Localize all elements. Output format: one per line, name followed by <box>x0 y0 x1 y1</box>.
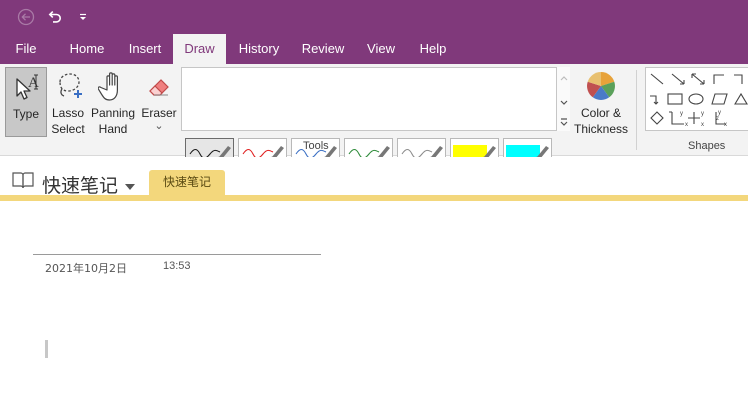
notebook-dropdown-icon[interactable] <box>125 178 135 196</box>
tools-group-label: Tools <box>303 140 329 152</box>
notebook-title[interactable]: 快速笔记 <box>42 171 118 198</box>
hand-icon <box>89 67 137 105</box>
panning-hand-button[interactable]: Panning Hand <box>89 67 137 137</box>
title-bar <box>0 0 748 34</box>
svg-text:x: x <box>685 122 688 128</box>
page-time: 13:53 <box>163 260 191 272</box>
section-tab[interactable]: 快速笔记 <box>149 170 225 195</box>
svg-text:x: x <box>724 122 727 128</box>
draw-ribbon: A Type Lasso Select Panning Hand Eraser … <box>0 64 748 196</box>
svg-text:y: y <box>701 111 704 117</box>
ribbon-separator <box>636 70 637 150</box>
color-wheel-icon <box>573 67 629 105</box>
eraser-label: Eraser <box>141 106 177 120</box>
ribbon-tabs: File Home Insert Draw History Review Vie… <box>0 34 748 64</box>
tab-insert[interactable]: Insert <box>122 34 168 64</box>
svg-text:z: z <box>716 116 719 122</box>
lasso-label-line2: Select <box>51 122 85 136</box>
tab-view[interactable]: View <box>363 34 399 64</box>
lasso-label-line1: Lasso <box>51 106 85 120</box>
page-date: 2021年10月2日 <box>45 262 127 275</box>
tab-help[interactable]: Help <box>413 34 453 64</box>
eraser-icon <box>140 67 178 105</box>
tab-history[interactable]: History <box>233 34 285 64</box>
notebook-icon[interactable] <box>11 170 35 195</box>
shapes-gallery[interactable]: yx yx yzx <box>645 67 748 131</box>
lasso-select-button[interactable]: Lasso Select <box>48 67 88 137</box>
text-caret <box>45 340 48 358</box>
svg-text:y: y <box>680 111 683 117</box>
onenote-window: File Home Insert Draw History Review Vie… <box>0 0 748 405</box>
lasso-icon <box>48 67 88 105</box>
tab-review[interactable]: Review <box>297 34 349 64</box>
page-title-underline <box>33 254 321 255</box>
type-button[interactable]: A Type <box>5 67 47 137</box>
tab-home[interactable]: Home <box>62 34 112 64</box>
type-button-label: Type <box>12 107 39 121</box>
color-thickness-button[interactable]: Color & Thickness <box>573 67 629 137</box>
tab-file[interactable]: File <box>6 34 46 64</box>
gallery-scroll-arrows-icon <box>560 76 568 126</box>
shapes-group-label: Shapes <box>688 140 726 152</box>
page-canvas[interactable] <box>0 201 748 405</box>
pen-gallery <box>181 67 570 131</box>
panning-label-line2: Hand <box>98 122 128 136</box>
customize-quick-access-icon[interactable] <box>72 6 94 28</box>
tab-draw[interactable]: Draw <box>173 34 226 64</box>
undo-icon[interactable] <box>44 6 66 28</box>
shapes-icon: yx yx yzx <box>650 73 748 128</box>
type-cursor-icon: A <box>6 68 46 106</box>
color-thickness-line1: Color & <box>580 106 621 120</box>
color-thickness-line2: Thickness <box>573 122 629 136</box>
gallery-scroll[interactable] <box>556 67 570 131</box>
svg-text:x: x <box>701 122 704 128</box>
panning-label-line1: Panning <box>90 106 136 120</box>
eraser-dropdown-icon[interactable]: ⌄ <box>140 121 178 132</box>
eraser-button[interactable]: Eraser ⌄ <box>140 67 178 137</box>
back-icon[interactable] <box>15 6 37 28</box>
